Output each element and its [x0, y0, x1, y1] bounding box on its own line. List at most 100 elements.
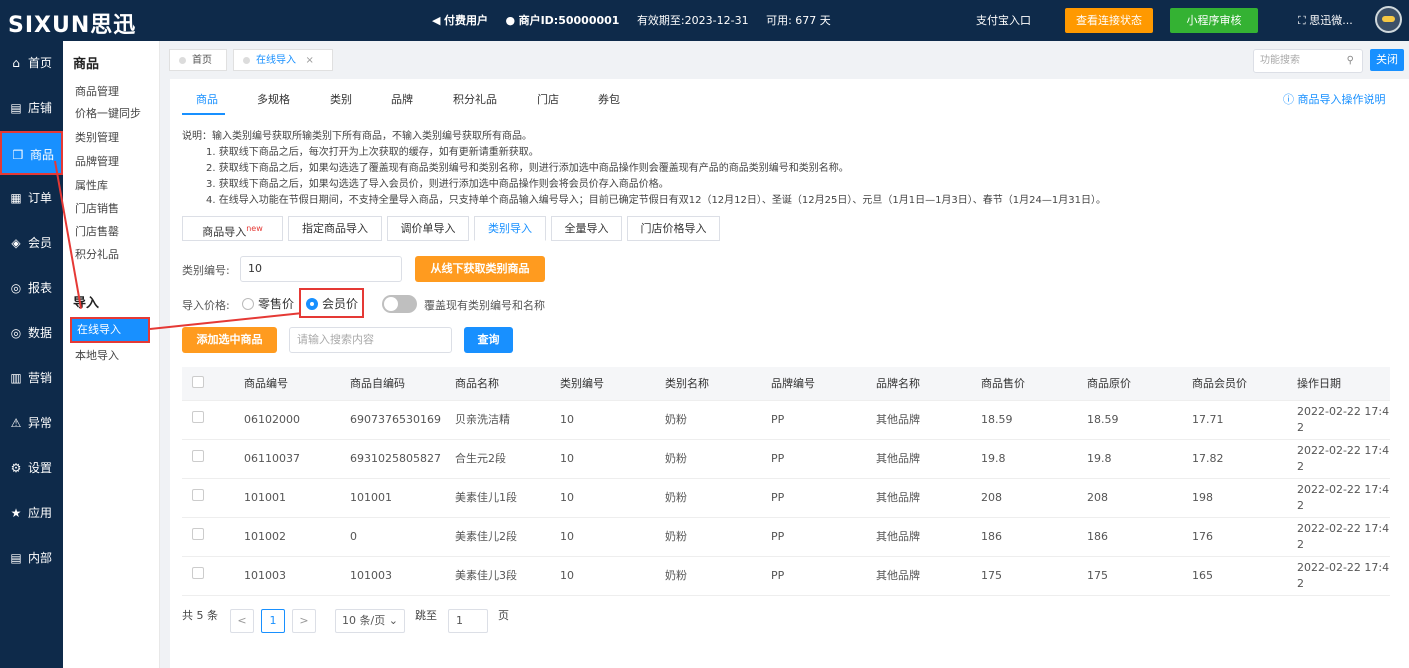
- sidebar-item-apps[interactable]: ★ 应用: [0, 491, 63, 535]
- submenu-item[interactable]: 属性库: [75, 177, 108, 193]
- tab-goods[interactable]: 商品: [196, 91, 218, 107]
- table-row: 06110037 6931025805827 合生元2段 10 奶粉 PP 其他…: [182, 439, 1390, 479]
- column-header: 商品编号: [234, 367, 340, 401]
- subtab-specified-import[interactable]: 指定商品导入: [288, 216, 382, 241]
- search-placeholder: 功能搜索: [1260, 55, 1300, 66]
- table-cell: 6907376530169: [340, 400, 445, 440]
- connection-status-button[interactable]: 查看连接状态: [1065, 8, 1153, 33]
- tab-category[interactable]: 类别: [330, 91, 352, 107]
- row-select[interactable]: [182, 400, 234, 440]
- sidebar-item-store[interactable]: ▤ 店铺: [0, 86, 63, 130]
- submenu-item[interactable]: 类别管理: [75, 129, 119, 145]
- tab-coupon-pack[interactable]: 券包: [598, 91, 620, 107]
- next-page-button[interactable]: >: [292, 609, 316, 633]
- overwrite-category-toggle[interactable]: [382, 295, 417, 313]
- page-number-1[interactable]: 1: [261, 609, 285, 633]
- sidebar-item-label: 异常: [28, 416, 53, 430]
- prev-page-button[interactable]: <: [230, 609, 254, 633]
- sub-menu: 商品 商品管理 价格一键同步 类别管理 品牌管理 属性库 门店销售 门店售罄 积…: [63, 41, 160, 668]
- tab-home[interactable]: 首页: [169, 49, 227, 71]
- user-menu[interactable]: ⛶ 思迅微...: [1298, 12, 1353, 28]
- miniprogram-review-button[interactable]: 小程序审核: [1170, 8, 1258, 33]
- row-select[interactable]: [182, 517, 234, 557]
- row-select[interactable]: [182, 556, 234, 596]
- subtab-full-import[interactable]: 全量导入: [551, 216, 622, 241]
- active-tab-indicator: [182, 113, 225, 115]
- sidebar-item-data[interactable]: ◎ 数据: [0, 311, 63, 355]
- checkbox[interactable]: [192, 411, 204, 423]
- sidebar-item-member[interactable]: ◈ 会员: [0, 221, 63, 265]
- radio-retail-price[interactable]: 零售价: [242, 295, 294, 312]
- query-button[interactable]: 查询: [464, 327, 513, 353]
- submenu-item[interactable]: 门店销售: [75, 200, 119, 216]
- avatar[interactable]: [1375, 6, 1402, 33]
- table-cell: 10: [550, 400, 655, 440]
- table-cell: 贝亲洗洁精: [445, 400, 550, 440]
- merchant-id: ● 商户ID:50000001: [505, 14, 620, 27]
- sidebar-item-settings[interactable]: ⚙ 设置: [0, 446, 63, 490]
- radio-icon: [242, 298, 254, 310]
- sidebar-item-report[interactable]: ◎ 报表: [0, 266, 63, 310]
- submenu-item[interactable]: 价格一键同步: [75, 105, 141, 121]
- tab-online-import[interactable]: 在线导入 ×: [233, 49, 333, 71]
- tab-brand[interactable]: 品牌: [391, 91, 413, 107]
- table-cell: 18.59: [1077, 400, 1182, 440]
- sidebar-item-marketing[interactable]: ▥ 营销: [0, 356, 63, 400]
- goods-search-input[interactable]: 请输入搜索内容: [289, 327, 452, 353]
- tab-points-gift[interactable]: 积分礼品: [453, 91, 497, 107]
- select-all-header[interactable]: [182, 367, 234, 401]
- description-line: 4. 在线导入功能在节假日期间，不支持全量导入商品，只支持单个商品输入编号导入；…: [206, 195, 1106, 206]
- table-cell: PP: [761, 400, 866, 440]
- subtab-price-adjust-import[interactable]: 调价单导入: [387, 216, 469, 241]
- row-select[interactable]: [182, 439, 234, 479]
- row-select[interactable]: [182, 478, 234, 518]
- table-cell: 其他品牌: [866, 517, 971, 557]
- sidebar-item-home[interactable]: ⌂ 首页: [0, 41, 63, 85]
- search-icon[interactable]: ⚲: [1347, 50, 1354, 72]
- close-icon[interactable]: ×: [306, 55, 314, 66]
- table-cell: 美素佳儿1段: [445, 478, 550, 518]
- submenu-item-online-import[interactable]: 在线导入: [70, 317, 150, 343]
- table-cell: 101001: [340, 478, 445, 518]
- table-cell: PP: [761, 478, 866, 518]
- checkbox[interactable]: [192, 489, 204, 501]
- table-cell: 165: [1182, 556, 1287, 596]
- fetch-category-goods-button[interactable]: 从线下获取类别商品: [415, 256, 545, 282]
- submenu-item[interactable]: 商品管理: [75, 83, 119, 99]
- function-search-input[interactable]: 功能搜索 ⚲: [1253, 49, 1363, 73]
- star-icon: ★: [10, 506, 22, 520]
- submenu-item-local-import[interactable]: 本地导入: [75, 347, 119, 363]
- page-size-value: 10 条/页: [342, 614, 386, 627]
- table-cell: 17.71: [1182, 400, 1287, 440]
- table-cell: 176: [1182, 517, 1287, 557]
- table-row: 101003 101003 美素佳儿3段 10 奶粉 PP 其他品牌 175 1…: [182, 556, 1390, 596]
- subtab-goods-import[interactable]: 商品导入new: [182, 216, 283, 241]
- sidebar-item-goods[interactable]: ❒ 商品: [0, 131, 63, 175]
- tab-multi-spec[interactable]: 多规格: [257, 91, 290, 107]
- tab-store[interactable]: 门店: [537, 91, 559, 107]
- import-help-link[interactable]: ⓘ 商品导入操作说明: [1283, 91, 1386, 107]
- subtab-store-price-import[interactable]: 门店价格导入: [627, 216, 720, 241]
- fullscreen-icon[interactable]: ⛶: [1298, 14, 1306, 27]
- checkbox[interactable]: [192, 450, 204, 462]
- page-size-select[interactable]: 10 条/页 ⌄: [335, 609, 405, 633]
- sidebar-item-order[interactable]: ▦ 订单: [0, 176, 63, 220]
- submenu-item[interactable]: 品牌管理: [75, 153, 119, 169]
- sidebar-item-internal[interactable]: ▤ 内部: [0, 536, 63, 580]
- table-cell: 06102000: [234, 400, 340, 440]
- checkbox[interactable]: [192, 375, 204, 388]
- sidebar-item-exception[interactable]: ⚠ 异常: [0, 401, 63, 445]
- checkbox[interactable]: [192, 528, 204, 540]
- sidebar-item-label: 数据: [28, 326, 53, 340]
- table-cell: 101003: [340, 556, 445, 596]
- submenu-item[interactable]: 积分礼品: [75, 246, 119, 262]
- subtab-category-import[interactable]: 类别导入: [474, 216, 546, 241]
- main-sidebar: ⌂ 首页 ▤ 店铺 ❒ 商品 ▦ 订单 ◈ 会员 ◎ 报表 ◎ 数据 ▥ 营销 ⚠ 异常 ⚙ 设置 …: [0, 41, 63, 668]
- goto-page-input[interactable]: 1: [448, 609, 488, 633]
- close-button[interactable]: 关闭: [1370, 49, 1404, 71]
- submenu-item[interactable]: 门店售罄: [75, 223, 119, 239]
- alipay-entry-link[interactable]: 支付宝入口: [976, 12, 1031, 28]
- add-selected-goods-button[interactable]: 添加选中商品: [182, 327, 277, 353]
- category-code-input[interactable]: 10: [240, 256, 402, 282]
- checkbox[interactable]: [192, 567, 204, 579]
